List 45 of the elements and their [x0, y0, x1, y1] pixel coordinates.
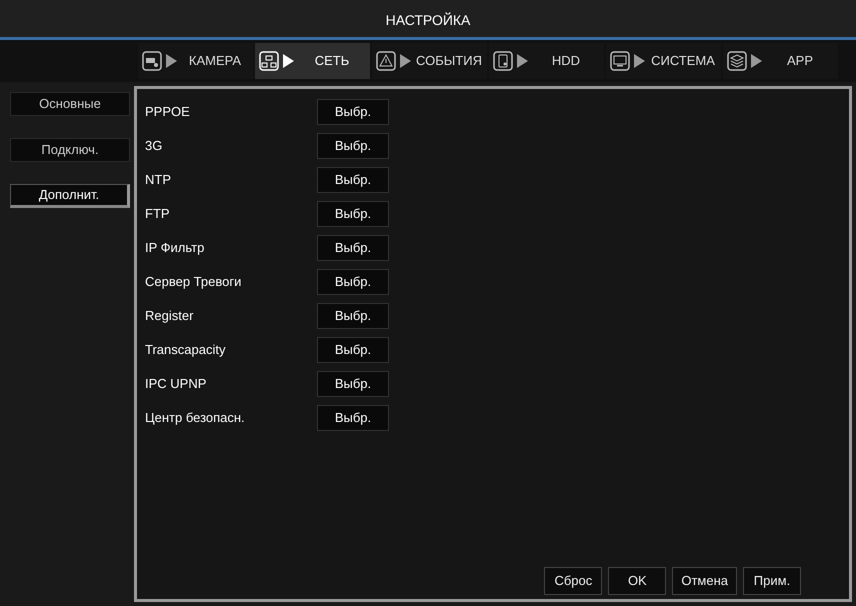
select-button[interactable]: Выбр.: [317, 269, 389, 295]
select-button[interactable]: Выбр.: [317, 405, 389, 431]
play-arrow-icon: [283, 54, 294, 68]
tab[interactable]: СИСТЕМА: [606, 43, 721, 79]
monitor-icon: [610, 51, 630, 71]
play-arrow-icon: [166, 54, 177, 68]
select-button[interactable]: Выбр.: [317, 337, 389, 363]
setting-label: IPC UPNP: [145, 375, 208, 394]
window-title: НАСТРОЙКА: [0, 0, 856, 40]
warning-icon: [376, 51, 396, 71]
setting-label: Центр безопасн.: [145, 409, 246, 428]
select-button[interactable]: Выбр.: [317, 235, 389, 261]
tab[interactable]: СОБЫТИЯ: [372, 43, 487, 79]
sidebar-item[interactable]: Основные: [10, 92, 130, 116]
sidebar-item[interactable]: Подключ.: [10, 138, 130, 162]
ok-button[interactable]: OK: [608, 567, 666, 595]
setting-label: FTP: [145, 205, 171, 224]
select-button[interactable]: Выбр.: [317, 201, 389, 227]
tab[interactable]: HDD: [489, 43, 604, 79]
select-button[interactable]: Выбр.: [317, 303, 389, 329]
setting-label: IP Фильтр: [145, 239, 206, 258]
apply-button[interactable]: Прим.: [743, 567, 801, 595]
box-icon: [727, 51, 747, 71]
sidebar-item[interactable]: Дополнит.: [10, 184, 130, 208]
play-arrow-icon: [634, 54, 645, 68]
select-button[interactable]: Выбр.: [317, 99, 389, 125]
play-arrow-icon: [400, 54, 411, 68]
tab[interactable]: СЕТЬ: [255, 43, 370, 79]
cancel-button[interactable]: Отмена: [672, 567, 737, 595]
setting-label: Сервер Тревоги: [145, 273, 242, 292]
setting-label: PPPOE: [145, 103, 191, 122]
reset-button[interactable]: Сброс: [544, 567, 602, 595]
select-button[interactable]: Выбр.: [317, 167, 389, 193]
tab[interactable]: КАМЕРА: [138, 43, 253, 79]
setting-label: Register: [145, 307, 194, 326]
play-arrow-icon: [517, 54, 528, 68]
setting-label: NTP: [145, 171, 172, 190]
select-button[interactable]: Выбр.: [317, 371, 389, 397]
tab[interactable]: APP: [723, 43, 838, 79]
network-icon: [259, 51, 279, 71]
setting-label: 3G: [145, 137, 164, 156]
camera-icon: [142, 51, 162, 71]
play-arrow-icon: [751, 54, 762, 68]
setting-label: Transcapacity: [145, 341, 226, 360]
select-button[interactable]: Выбр.: [317, 133, 389, 159]
